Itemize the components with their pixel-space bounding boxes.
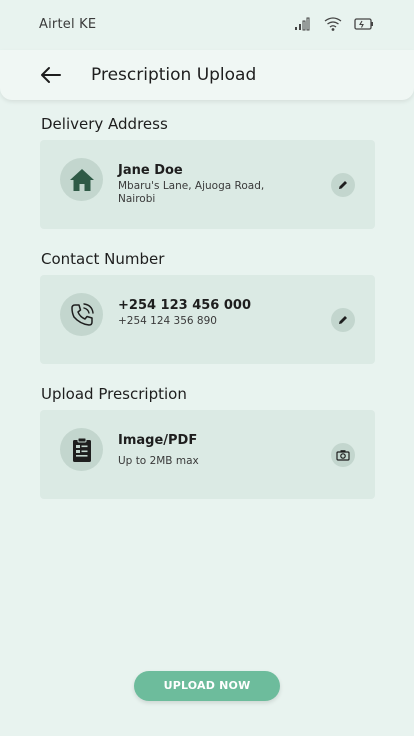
secondary-phone-number: +254 124 356 890	[118, 315, 217, 327]
upload-size-limit: Up to 2MB max	[118, 455, 199, 467]
carrier-name: Airtel KE	[39, 17, 97, 32]
arrow-left-icon	[41, 67, 61, 83]
clipboard-icon	[72, 437, 91, 462]
wifi-icon	[324, 16, 344, 32]
signal-icon	[294, 16, 314, 32]
phone-icon	[70, 302, 94, 326]
delivery-address-card: Jane Doe Mbaru's Lane, Ajuoga Road, Nair…	[40, 140, 375, 229]
upload-prescription-card[interactable]: Image/PDF Up to 2MB max	[40, 410, 375, 499]
edit-address-button[interactable]	[331, 173, 355, 197]
camera-button[interactable]	[331, 443, 355, 467]
pencil-icon	[339, 316, 347, 324]
edit-contact-button[interactable]	[331, 308, 355, 332]
camera-icon	[336, 450, 350, 461]
contact-number-card: +254 123 456 000 +254 124 356 890	[40, 275, 375, 364]
delivery-address-text: Mbaru's Lane, Ajuoga Road, Nairobi	[118, 180, 265, 205]
pencil-icon	[339, 181, 347, 189]
upload-file-type: Image/PDF	[118, 433, 198, 448]
home-icon-container	[60, 158, 103, 201]
status-icons	[294, 16, 374, 32]
back-button[interactable]	[38, 63, 64, 87]
battery-icon	[354, 16, 374, 32]
home-icon	[69, 168, 94, 191]
recipient-name: Jane Doe	[118, 163, 183, 178]
app-header: Prescription Upload	[0, 50, 414, 100]
upload-prescription-heading: Upload Prescription	[41, 385, 187, 403]
primary-phone-number: +254 123 456 000	[118, 298, 252, 313]
page-title: Prescription Upload	[91, 65, 257, 85]
status-bar: Airtel KE	[0, 0, 414, 50]
contact-number-heading: Contact Number	[41, 250, 165, 268]
phone-icon-container	[60, 293, 103, 336]
clipboard-icon-container	[60, 428, 103, 471]
upload-now-button[interactable]: UPLOAD NOW	[134, 671, 280, 701]
delivery-address-heading: Delivery Address	[41, 115, 168, 133]
